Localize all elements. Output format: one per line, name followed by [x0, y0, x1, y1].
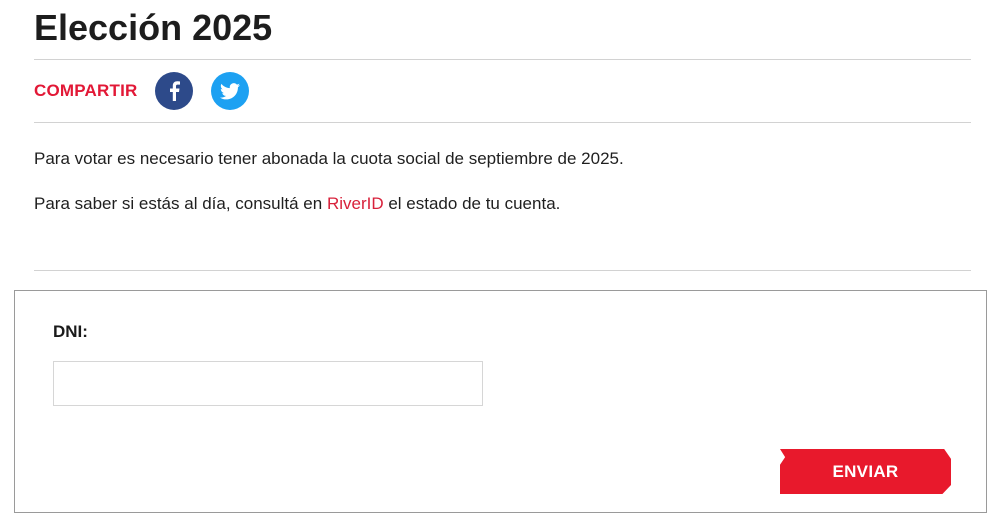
dni-input[interactable]	[53, 361, 483, 406]
divider-share	[34, 122, 971, 123]
facebook-icon	[170, 81, 181, 101]
dni-form: DNI: ENVIAR	[14, 290, 987, 513]
page-title: Elección 2025	[34, 7, 273, 48]
account-status-text: Para saber si estás al día, consultá en …	[34, 193, 560, 215]
dni-label: DNI:	[53, 322, 88, 341]
voting-requirement-text: Para votar es necesario tener abonada la…	[34, 149, 624, 168]
share-bar: COMPARTIR	[34, 72, 267, 110]
submit-button[interactable]: ENVIAR	[780, 449, 951, 494]
share-facebook-button[interactable]	[155, 72, 194, 110]
page: Elección 2025 COMPARTIR Para votar es ne…	[0, 0, 1003, 526]
twitter-icon	[220, 82, 241, 99]
share-twitter-button[interactable]	[211, 72, 250, 110]
account-status-text-start: Para saber si estás al día, consultá en	[34, 194, 327, 213]
divider-content	[34, 270, 971, 271]
share-label: COMPARTIR	[34, 81, 138, 100]
riverid-link[interactable]: RiverID	[327, 194, 384, 213]
divider-top	[34, 59, 971, 60]
account-status-text-end: el estado de tu cuenta.	[383, 194, 561, 213]
